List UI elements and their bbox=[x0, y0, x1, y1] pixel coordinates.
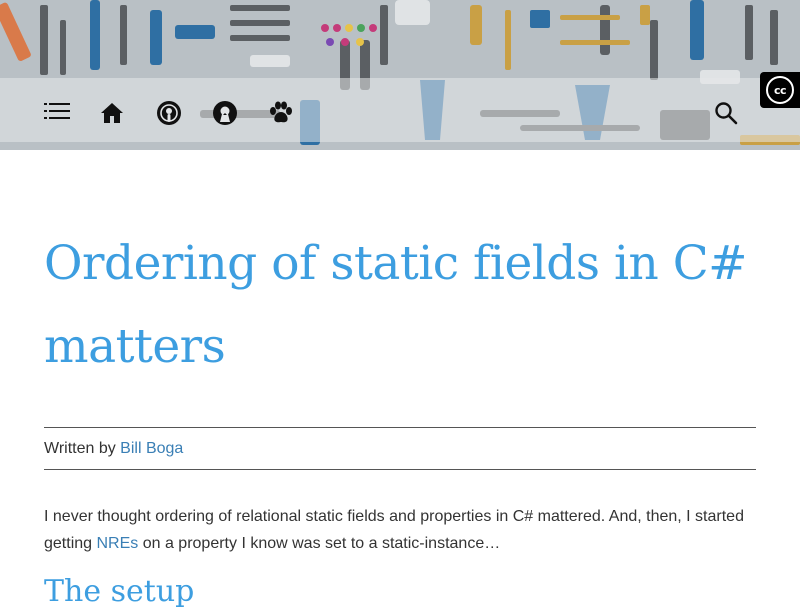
intro-paragraph: I never thought ordering of relational s… bbox=[44, 503, 764, 557]
creative-commons-icon: cc bbox=[766, 76, 794, 104]
podcast-icon[interactable] bbox=[156, 100, 182, 126]
byline: Written by Bill Boga bbox=[44, 427, 756, 470]
open-source-icon[interactable] bbox=[212, 100, 238, 126]
intro-text-after: on a property I know was set to a static… bbox=[138, 535, 501, 552]
creative-commons-badge[interactable]: cc bbox=[760, 72, 800, 108]
byline-prefix: Written by bbox=[44, 440, 121, 457]
menu-icon[interactable] bbox=[44, 98, 70, 124]
article-title: Ordering of static fields in C# matters bbox=[44, 236, 748, 374]
nres-link[interactable]: NREs bbox=[96, 535, 138, 552]
home-icon[interactable] bbox=[99, 100, 125, 126]
paw-icon[interactable] bbox=[268, 100, 294, 126]
section-heading: The setup bbox=[44, 574, 195, 609]
search-icon[interactable] bbox=[713, 100, 739, 126]
author-link[interactable]: Bill Boga bbox=[120, 440, 183, 457]
header-banner bbox=[0, 0, 800, 150]
